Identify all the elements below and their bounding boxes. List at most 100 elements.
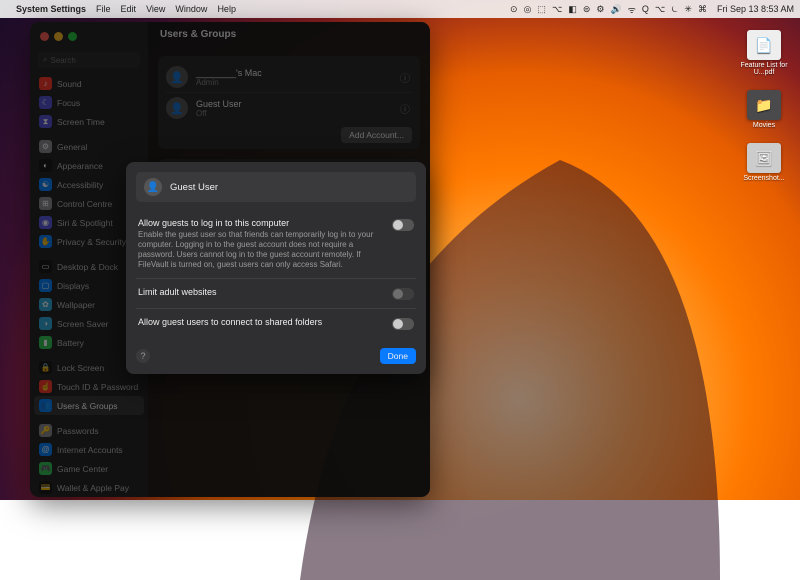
option-label: Allow guest users to connect to shared f… — [138, 317, 382, 327]
sidebar-item-wallet-apple-pay[interactable]: 💳 Wallet & Apple Pay — [34, 478, 144, 497]
control-center-icon[interactable]: ⌘ — [698, 4, 707, 15]
app-menu[interactable]: System Settings — [16, 4, 86, 14]
sidebar-item-label: Internet Accounts — [57, 445, 123, 455]
search-placeholder: Search — [50, 56, 75, 65]
user-name: ________'s Mac — [196, 68, 262, 78]
sidebar-item-label: Sound — [57, 79, 82, 89]
menubar-clock[interactable]: Fri Sep 13 8:53 AM — [717, 4, 794, 14]
sidebar-item-sound[interactable]: ♪Sound — [34, 74, 144, 93]
file-label: Screenshot... — [743, 175, 784, 182]
status-icon[interactable]: ⊙ — [510, 4, 518, 15]
sidebar-item-touch-id-password[interactable]: ☝Touch ID & Password — [34, 377, 144, 396]
sidebar-item-label: Screen Time — [57, 117, 105, 127]
wifi-icon[interactable]: ᯤ — [628, 3, 636, 16]
sheet-option: Allow guest users to connect to shared f… — [136, 308, 416, 338]
sidebar-item-label: General — [57, 142, 87, 152]
sidebar-icon: 🔑 — [39, 424, 52, 437]
sidebar-item-game-center[interactable]: 🎮 Game Center — [34, 459, 144, 478]
sidebar-item-label: Privacy & Security — [57, 237, 126, 247]
status-icon[interactable]: ⬚ — [537, 4, 546, 15]
file-label: Feature List for U...pdf — [734, 62, 794, 76]
menu-window[interactable]: Window — [175, 4, 207, 14]
sidebar-item-label: Desktop & Dock — [57, 262, 118, 272]
sidebar-icon: 🎮 — [39, 462, 52, 475]
sheet-header: 👤 Guest User — [136, 172, 416, 202]
desktop-icons: 📄 Feature List for U...pdf 📁 Movies 🖼 Sc… — [734, 30, 794, 182]
sidebar-item-label: Users & Groups — [57, 401, 117, 411]
sidebar-icon: ✋ — [39, 235, 52, 248]
sidebar-icon: ☯ — [39, 178, 52, 191]
window-titlebar[interactable] — [30, 22, 430, 50]
status-icon[interactable]: ⌥ — [655, 4, 665, 15]
guest-user-sheet: 👤 Guest User Allow guests to log in to t… — [126, 162, 426, 374]
status-icon[interactable]: ◧ — [568, 4, 577, 15]
sidebar-icon: ⧗ — [39, 115, 52, 128]
spotlight-icon[interactable]: Q — [642, 4, 649, 14]
user-role: Admin — [196, 78, 262, 87]
add-account-button[interactable]: Add Account... — [341, 127, 412, 143]
sidebar-item-passwords[interactable]: 🔑Passwords — [34, 421, 144, 440]
menu-help[interactable]: Help — [217, 4, 236, 14]
sidebar-item-label: Game Center — [57, 464, 108, 474]
status-icon[interactable]: ⌥ — [552, 4, 562, 15]
zoom-window-button[interactable] — [68, 32, 77, 41]
sheet-title: Guest User — [170, 182, 218, 193]
done-button[interactable]: Done — [380, 348, 416, 364]
sheet-option: Allow guests to log in to this computerE… — [136, 210, 416, 278]
status-icon[interactable]: ⚙ — [596, 4, 604, 15]
sheet-option: Limit adult websites — [136, 278, 416, 308]
sidebar-icon: ◉ — [39, 216, 52, 229]
status-icons[interactable]: ⊙ ◎ ⬚ ⌥ ◧ ⊜ ⚙ 🔊 ᯤ Q ⌥ ⏾ ✳ ⌘ — [510, 3, 707, 16]
menu-view[interactable]: View — [146, 4, 165, 14]
sidebar-item-label: Wallpaper — [57, 300, 95, 310]
sidebar-icon: ◑ — [39, 317, 52, 330]
sidebar-icon: ◐ — [39, 159, 52, 172]
option-label: Limit adult websites — [138, 287, 382, 297]
user-role: Off — [196, 109, 242, 118]
option-label: Allow guests to log in to this computer — [138, 218, 382, 228]
user-row[interactable]: 👤 Guest User Off ⓘ — [166, 92, 412, 123]
sidebar-item-label: Focus — [57, 98, 80, 108]
sidebar-item-users-groups[interactable]: 👥Users & Groups — [34, 396, 144, 415]
sidebar-item-focus[interactable]: ☾ Focus — [34, 93, 144, 112]
bluetooth-icon[interactable]: ✳ — [684, 4, 692, 15]
users-card: 👤 ________'s Mac Admin ⓘ 👤 Guest User Of… — [158, 56, 420, 149]
close-window-button[interactable] — [40, 32, 49, 41]
file-icon: 📄 — [747, 30, 781, 60]
desktop-file[interactable]: 📁 Movies — [747, 90, 781, 129]
toggle-switch — [392, 288, 414, 300]
sidebar-icon: 🔒 — [39, 361, 52, 374]
sidebar-item-label: Siri & Spotlight — [57, 218, 113, 228]
toggle-switch[interactable] — [392, 219, 414, 231]
volume-icon[interactable]: 🔊 — [610, 4, 621, 15]
sidebar-icon: ▮ — [39, 336, 52, 349]
help-icon[interactable]: ? — [136, 349, 150, 363]
user-row[interactable]: 👤 ________'s Mac Admin ⓘ — [166, 62, 412, 92]
menu-file[interactable]: File — [96, 4, 111, 14]
sidebar-icon: 💳 — [39, 481, 52, 494]
folder-icon: 📁 — [747, 90, 781, 120]
sidebar-item-internet-accounts[interactable]: @Internet Accounts — [34, 440, 144, 459]
sidebar-item-label: Control Centre — [57, 199, 112, 209]
sidebar-item-label: Lock Screen — [57, 363, 104, 373]
status-icon[interactable]: ⏾ — [671, 4, 678, 15]
search-input[interactable]: ⌕ Search — [38, 52, 140, 68]
sidebar-icon: ☝ — [39, 380, 52, 393]
status-icon[interactable]: ◎ — [524, 4, 532, 15]
sidebar-item-screen-time[interactable]: ⧗ Screen Time — [34, 112, 144, 131]
sidebar-icon: ⊞ — [39, 197, 52, 210]
desktop-file[interactable]: 📄 Feature List for U...pdf — [734, 30, 794, 76]
sidebar-icon: ☾ — [39, 96, 52, 109]
sidebar-item-label: Accessibility — [57, 180, 103, 190]
menubar: System Settings File Edit View Window He… — [0, 0, 800, 18]
toggle-switch[interactable] — [392, 318, 414, 330]
sidebar-item-label: Wallet & Apple Pay — [57, 483, 129, 493]
info-icon[interactable]: ⓘ — [400, 101, 410, 116]
status-icon[interactable]: ⊜ — [583, 4, 591, 15]
minimize-window-button[interactable] — [54, 32, 63, 41]
user-name: Guest User — [196, 99, 242, 109]
desktop-file[interactable]: 🖼 Screenshot... — [743, 143, 784, 182]
sidebar-item-general[interactable]: ⚙General — [34, 137, 144, 156]
info-icon[interactable]: ⓘ — [400, 70, 410, 85]
menu-edit[interactable]: Edit — [121, 4, 137, 14]
